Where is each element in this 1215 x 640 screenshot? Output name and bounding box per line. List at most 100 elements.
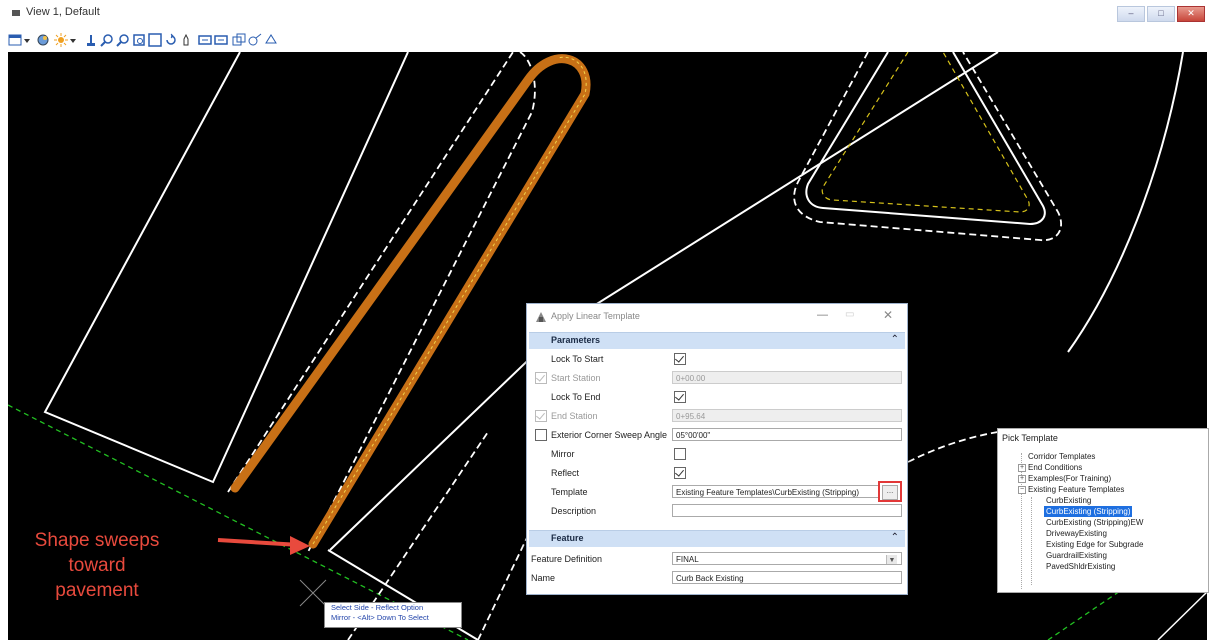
window-border-left — [0, 52, 8, 640]
start-station-label: Start Station — [551, 373, 601, 383]
lock-to-start-checkbox[interactable] — [674, 353, 686, 365]
description-row: Description — [529, 502, 905, 521]
name-row: Name Curb Back Existing — [529, 569, 905, 588]
display-style-icon[interactable] — [36, 33, 50, 47]
dropdown-arrow-icon[interactable] — [70, 33, 76, 47]
start-station-lock-checkbox[interactable] — [535, 372, 547, 384]
reflect-checkbox[interactable] — [674, 467, 686, 479]
view-previous-icon[interactable] — [198, 33, 212, 47]
start-station-field[interactable]: 0+00.00 — [672, 371, 902, 384]
window-menu-icon[interactable] — [12, 10, 20, 16]
corner-sweep-angle-field[interactable]: 05°00'00" — [672, 428, 902, 441]
tree-item-paved-shldr-existing[interactable]: PavedShldrExisting — [1046, 561, 1115, 572]
pan-view-icon[interactable] — [180, 33, 194, 47]
view-attributes-icon[interactable] — [8, 33, 22, 47]
callout-line-1: Shape sweeps — [34, 530, 160, 551]
tree-item-curb-existing-stripping-ew[interactable]: CurbExisting (Stripping)EW — [1046, 517, 1143, 528]
template-path-field[interactable]: Existing Feature Templates\CurbExisting … — [672, 485, 880, 498]
tree-item-corridor-templates[interactable]: Corridor Templates — [1028, 451, 1095, 462]
minimize-button[interactable]: – — [1117, 6, 1145, 22]
pick-template-title: Pick Template — [1002, 433, 1058, 443]
zoom-out-icon[interactable] — [116, 33, 130, 47]
reflect-label: Reflect — [551, 468, 580, 478]
dialog-minimize-button[interactable]: — — [817, 309, 828, 321]
start-station-row: Start Station 0+00.00 — [529, 369, 905, 388]
pick-template-panel: Pick Template Corridor Templates + End C… — [997, 428, 1209, 593]
prompt-line-1: Select Side - Reflect Option — [331, 603, 424, 612]
view-toolbar — [0, 28, 1215, 53]
end-station-label: End Station — [551, 411, 598, 421]
window-area-icon[interactable] — [132, 33, 146, 47]
feature-definition-select[interactable]: FINAL ▼ — [672, 552, 902, 565]
camera-icon[interactable] — [248, 33, 262, 47]
update-view-icon[interactable] — [84, 33, 98, 47]
mirror-checkbox[interactable] — [674, 448, 686, 460]
lock-to-end-label: Lock To End — [551, 392, 601, 402]
feature-section-header[interactable]: Feature ⌃ — [529, 530, 905, 547]
end-station-field[interactable]: 0+95.64 — [672, 409, 902, 422]
cursor-prompt-tooltip: Select Side - Reflect Option Mirror - <A… — [324, 602, 462, 628]
tree-item-existing-feature-templates[interactable]: Existing Feature Templates — [1028, 484, 1124, 495]
lock-to-start-row: Lock To Start — [529, 350, 905, 369]
tree-item-guardrail-existing[interactable]: GuardrailExisting — [1046, 550, 1107, 561]
annotation-callout: Shape sweeps toward pavement — [22, 528, 172, 603]
lock-to-end-row: Lock To End — [529, 388, 905, 407]
lock-to-end-checkbox[interactable] — [674, 391, 686, 403]
tree-item-driveway-existing[interactable]: DrivewayExisting — [1046, 528, 1107, 539]
collapse-chevron-icon[interactable]: ⌃ — [891, 334, 899, 345]
callout-line-2: toward — [68, 555, 126, 576]
feature-definition-row: Feature Definition FINAL ▼ — [529, 550, 905, 569]
window-title: View 1, Default — [26, 6, 100, 18]
name-label: Name — [531, 573, 556, 583]
template-tool-icon — [535, 310, 547, 322]
feature-definition-value: FINAL — [676, 555, 699, 564]
description-label: Description — [551, 506, 597, 516]
template-label: Template — [551, 487, 588, 497]
tree-item-end-conditions[interactable]: End Conditions — [1028, 462, 1082, 473]
tree-item-curb-existing[interactable]: CurbExisting — [1046, 495, 1091, 506]
dialog-titlebar[interactable]: Apply Linear Template — ▭ ✕ — [527, 304, 907, 330]
tree-connector — [1021, 453, 1022, 589]
feature-definition-label: Feature Definition — [531, 554, 603, 564]
description-field[interactable] — [672, 504, 902, 517]
corner-sweep-label: Exterior Corner Sweep Angle — [551, 430, 668, 440]
fit-view-icon[interactable] — [148, 33, 162, 47]
lock-to-start-label: Lock To Start — [551, 354, 604, 364]
feature-section-title: Feature — [551, 533, 584, 543]
tree-item-curb-existing-stripping[interactable]: CurbExisting (Stripping) — [1044, 506, 1133, 517]
expand-plus-icon[interactable]: + — [1018, 464, 1026, 472]
corner-sweep-checkbox[interactable] — [535, 429, 547, 441]
reflect-row: Reflect — [529, 464, 905, 483]
prompt-line-2: Mirror - <Alt> Down To Select — [331, 613, 429, 622]
dialog-close-button[interactable]: ✕ — [883, 308, 893, 322]
copy-view-icon[interactable] — [232, 33, 246, 47]
expand-plus-icon[interactable]: + — [1018, 475, 1026, 483]
close-button[interactable]: ✕ — [1177, 6, 1205, 22]
clip-volume-icon[interactable] — [264, 33, 278, 47]
mirror-row: Mirror — [529, 445, 905, 464]
chevron-down-icon[interactable]: ▼ — [886, 555, 897, 564]
end-station-lock-checkbox[interactable] — [535, 410, 547, 422]
callout-line-3: pavement — [55, 580, 139, 601]
maximize-button[interactable]: □ — [1147, 6, 1175, 22]
dropdown-arrow-icon[interactable] — [24, 33, 30, 47]
dialog-title: Apply Linear Template — [551, 311, 640, 321]
collapse-chevron-icon[interactable]: ⌃ — [891, 532, 899, 543]
tree-connector — [1031, 497, 1032, 585]
rotate-view-icon[interactable] — [164, 33, 178, 47]
template-row: Template Existing Feature Templates\Curb… — [529, 481, 905, 502]
collapse-minus-icon[interactable]: − — [1018, 486, 1026, 494]
window-titlebar: View 1, Default – □ ✕ — [0, 0, 1215, 29]
parameters-section-title: Parameters — [551, 335, 601, 345]
highlight-box — [878, 481, 902, 502]
parameters-section-header[interactable]: Parameters ⌃ — [529, 332, 905, 349]
lighting-icon[interactable] — [54, 33, 68, 47]
zoom-in-icon[interactable] — [100, 33, 114, 47]
view-next-icon[interactable] — [214, 33, 228, 47]
corner-sweep-row: Exterior Corner Sweep Angle 05°00'00" — [529, 426, 905, 445]
tree-item-existing-edge-subgrade[interactable]: Existing Edge for Subgrade — [1046, 539, 1143, 550]
dialog-maximize-button[interactable]: ▭ — [845, 309, 854, 320]
tree-item-examples[interactable]: Examples(For Training) — [1028, 473, 1111, 484]
name-field[interactable]: Curb Back Existing — [672, 571, 902, 584]
mirror-label: Mirror — [551, 449, 575, 459]
